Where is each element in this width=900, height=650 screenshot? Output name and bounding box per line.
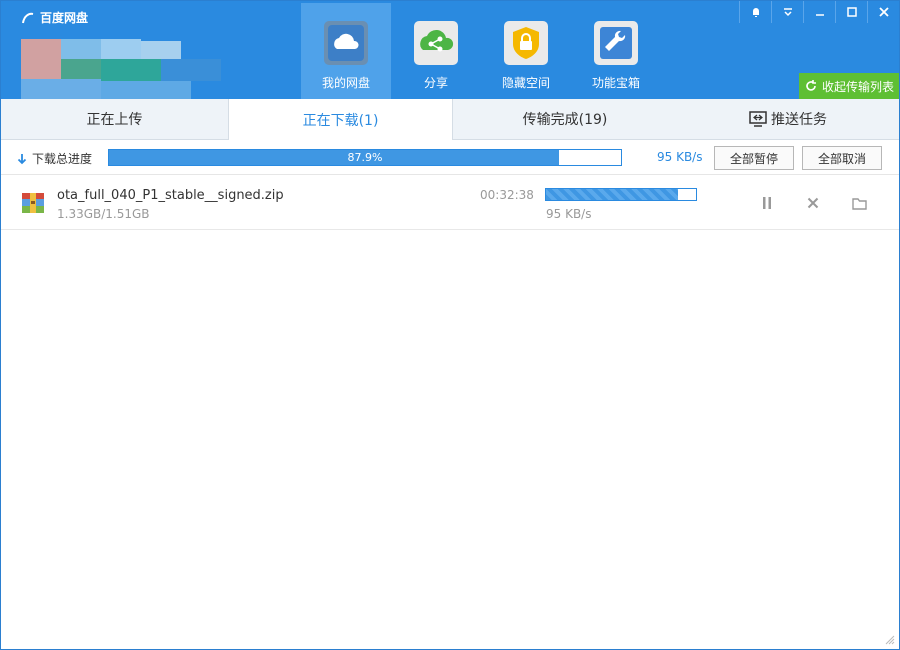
pause-all-button[interactable]: 全部暂停 [714, 146, 794, 170]
file-name: ota_full_040_P1_stable__signed.zip [57, 188, 284, 203]
open-folder-button[interactable] [851, 195, 867, 211]
bell-icon [752, 8, 759, 17]
transfer-tabs: 正在上传 正在下载(1) 传输完成(19) 推送任务 [1, 99, 899, 140]
nav-label: 功能宝箱 [591, 76, 640, 90]
nav-toolbox[interactable]: 功能宝箱 [571, 3, 661, 99]
tab-uploading[interactable]: 正在上传 [1, 99, 228, 139]
pause-button[interactable] [759, 195, 775, 211]
total-progress-row: 下载总进度 87.9% 95 KB/s 全部暂停 全部取消 [1, 140, 899, 175]
refresh-icon [806, 80, 816, 91]
notification-button[interactable] [739, 1, 771, 23]
avatar[interactable] [21, 39, 241, 101]
header-bar: 百度网盘 我的网盘 分享 隐藏空间 功能宝箱 收起传输列表 [1, 1, 899, 101]
app-title: 百度网盘 [40, 11, 89, 25]
total-progress-text: 下载总进度 [32, 152, 93, 166]
close-icon [807, 197, 819, 209]
file-size: 1.33GB/1.51GB [57, 207, 150, 221]
collapse-transfer-list-button[interactable]: 收起传输列表 [799, 73, 899, 99]
total-speed: 95 KB/s [657, 150, 703, 164]
tab-label: 推送任务 [771, 112, 827, 128]
maximize-icon [846, 7, 857, 17]
menu-button[interactable] [771, 1, 803, 23]
minimize-button[interactable] [803, 1, 835, 23]
window-controls [739, 1, 899, 23]
close-button[interactable] [867, 1, 899, 23]
close-icon [878, 7, 889, 17]
nav-label: 我的网盘 [321, 76, 370, 90]
tab-label: 正在上传 [86, 112, 143, 128]
nav-share[interactable]: 分享 [391, 3, 481, 99]
baidu-logo-icon [22, 12, 34, 23]
tab-completed[interactable]: 传输完成(19) [453, 99, 677, 139]
minimize-icon [815, 14, 824, 16]
nav-hidden-space[interactable]: 隐藏空间 [481, 3, 571, 99]
download-arrow-icon [17, 153, 27, 164]
nav-label: 分享 [423, 76, 448, 90]
total-progress-bar: 87.9% [108, 149, 622, 166]
monitor-icon [749, 111, 767, 127]
zip-file-icon [22, 193, 44, 213]
lock-icon [504, 21, 548, 65]
menu-dropdown-icon [783, 8, 792, 17]
list-item[interactable]: ota_full_040_P1_stable__signed.zip 1.33G… [1, 175, 899, 230]
file-progress-fill [546, 189, 678, 200]
tab-downloading[interactable]: 正在下载(1) [228, 99, 453, 140]
main-nav: 我的网盘 分享 隐藏空间 功能宝箱 [301, 3, 661, 99]
tab-label: 传输完成(19) [522, 112, 608, 128]
pause-icon [763, 197, 771, 209]
tab-push-tasks[interactable]: 推送任务 [677, 99, 899, 139]
folder-icon [851, 197, 867, 210]
cloud-icon [324, 21, 368, 65]
collapse-label: 收起传输列表 [821, 79, 894, 94]
app-brand: 百度网盘 [21, 9, 88, 26]
file-progress-bar [545, 188, 697, 201]
wrench-icon [594, 21, 638, 65]
app-window: 百度网盘 我的网盘 分享 隐藏空间 功能宝箱 收起传输列表 正在上传 正在下载(… [0, 0, 900, 650]
share-icon [414, 21, 458, 65]
time-remaining: 00:32:38 [480, 188, 534, 202]
nav-label: 隐藏空间 [501, 76, 550, 90]
cancel-all-button[interactable]: 全部取消 [802, 146, 882, 170]
maximize-button[interactable] [835, 1, 867, 23]
tab-label: 正在下载(1) [302, 112, 379, 129]
total-progress-percent: 87.9% [347, 151, 383, 164]
file-speed: 95 KB/s [546, 207, 592, 221]
resize-grip-icon[interactable] [885, 635, 895, 645]
total-progress-label: 下载总进度 [17, 150, 92, 167]
cancel-download-button[interactable] [805, 195, 821, 211]
nav-my-disk[interactable]: 我的网盘 [301, 3, 391, 99]
